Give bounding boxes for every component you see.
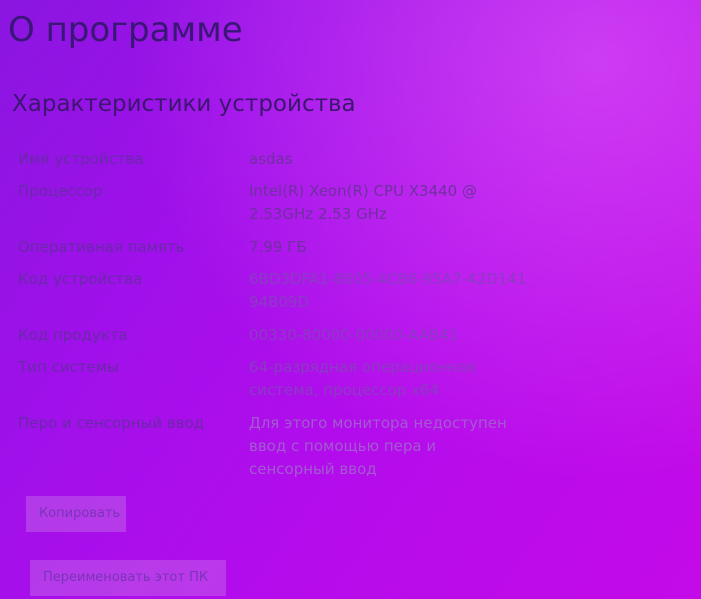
spec-value: 64-разрядная операционная система, проце…: [249, 358, 476, 399]
spec-label: Код продукта: [18, 326, 128, 344]
rename-pc-button[interactable]: Переименовать этот ПК: [30, 560, 226, 596]
spec-label: Код устройства: [18, 270, 143, 288]
spec-label: Перо и сенсорный ввод: [18, 414, 205, 432]
spec-value: Для этого монитора недоступен ввод с пом…: [249, 414, 507, 478]
spec-label: Тип системы: [18, 358, 119, 376]
spec-label: Процессор: [18, 182, 103, 200]
page-title: О программе: [8, 10, 243, 50]
copy-button[interactable]: Копировать: [26, 496, 126, 532]
spec-value: Intel(R) Xeon(R) CPU X3440 @ 2.53GHz 2.5…: [249, 182, 477, 223]
spec-label: Имя устройства: [18, 150, 144, 168]
spec-value: 7.99 ГБ: [249, 238, 307, 256]
section-title: Характеристики устройства: [12, 91, 356, 117]
spec-label: Оперативная память: [18, 238, 185, 256]
spec-value: asdas: [249, 150, 293, 168]
spec-value: 00330-80000-00000-AAB41: [249, 326, 459, 344]
spec-value: 6BD3DFA1-8605-4CB6-95A7-42D141 94B09D: [249, 270, 527, 311]
